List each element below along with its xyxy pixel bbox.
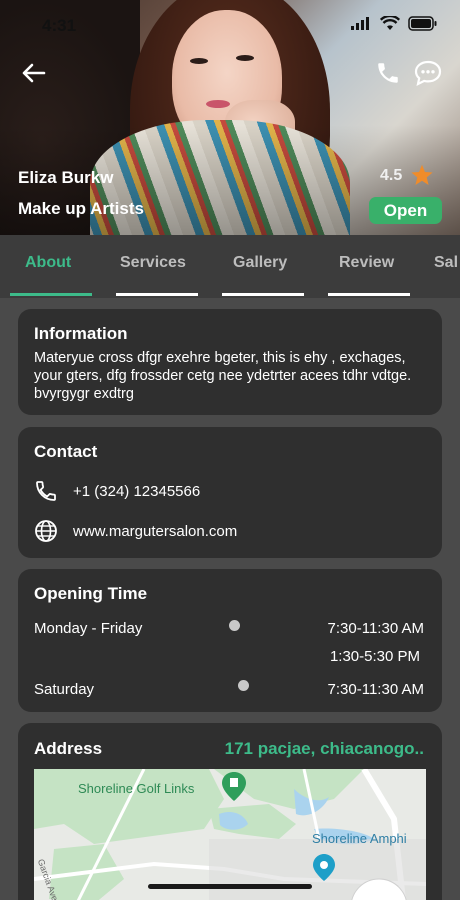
opening-time-card: Opening Time Monday - Friday 7:30-11:30 …	[18, 569, 442, 712]
opening-dot	[229, 620, 240, 631]
tab-underline	[116, 293, 198, 296]
cover-eye-right	[236, 55, 254, 61]
tab-services[interactable]: Services	[116, 235, 198, 298]
map-label-golf: Shoreline Golf Links	[78, 781, 195, 796]
opening-time: 1:30-5:30 PM	[329, 648, 420, 665]
tab-label: Sal	[434, 254, 459, 271]
opening-day-weekday: Monday - Friday	[34, 620, 143, 637]
home-indicator[interactable]	[148, 884, 312, 889]
tab-salon[interactable]: Sal	[434, 235, 460, 298]
rating: 4.5	[380, 164, 434, 187]
address-title: Address	[34, 739, 103, 758]
tab-label: Gallery	[233, 254, 288, 271]
star-icon	[411, 164, 433, 185]
tab-underline	[10, 293, 92, 296]
tab-underline	[222, 293, 304, 296]
tab-label: Services	[120, 254, 186, 271]
tab-gallery[interactable]: Gallery	[222, 235, 304, 298]
opening-time: 7:30-11:30 AM	[327, 681, 424, 698]
open-status-badge: Open	[369, 197, 442, 224]
status-icons	[350, 16, 438, 31]
contact-website[interactable]: www.margutersalon.com	[73, 523, 237, 540]
opening-title: Opening Time	[34, 584, 148, 603]
cover-lips	[206, 100, 230, 108]
address-value[interactable]: 171 pacjae, chiacanogo..	[225, 739, 424, 759]
contact-card: Contact +1 (324) 12345566 www.margutersa…	[18, 427, 442, 558]
opening-day-saturday: Saturday	[34, 681, 95, 698]
wifi-icon	[380, 16, 400, 30]
contact-phone[interactable]: +1 (324) 12345566	[73, 483, 200, 500]
battery-icon	[408, 16, 437, 31]
rating-value: 4.5	[380, 166, 403, 184]
profile-category: Make up Artists	[18, 199, 144, 218]
opening-time: 7:30-11:30 AM	[327, 620, 424, 637]
phone-icon	[36, 481, 56, 501]
contact-phone-row[interactable]: +1 (324) 12345566	[34, 479, 200, 503]
tab-bar: About Services Gallery Review Sal	[0, 235, 460, 298]
tab-label: About	[25, 254, 72, 271]
information-title: Information	[34, 324, 128, 343]
status-time: 4:31	[42, 16, 77, 35]
address-card: Address 171 pacjae, chiacanogo.. Shoreli…	[18, 723, 442, 900]
globe-icon	[35, 520, 57, 542]
map-label-amphi: Shoreline Amphi	[312, 831, 407, 846]
tab-review[interactable]: Review	[328, 235, 410, 298]
contact-website-row[interactable]: www.margutersalon.com	[34, 519, 237, 543]
phone-icon[interactable]	[375, 60, 401, 86]
tab-about[interactable]: About	[10, 235, 92, 298]
tab-label: Review	[339, 254, 395, 271]
back-arrow-icon[interactable]	[20, 60, 46, 86]
cover-eye-left	[190, 58, 208, 64]
information-card: Information Materyue cross dfgr exehre b…	[18, 309, 442, 415]
signal-icon	[351, 16, 369, 30]
status-bar: 4:31	[0, 0, 460, 50]
address-map[interactable]: Shoreline Golf Links Shoreline Amphi Gar…	[34, 769, 426, 900]
opening-dot	[238, 680, 249, 691]
chat-bubble-icon[interactable]	[413, 58, 443, 88]
contact-title: Contact	[34, 442, 98, 461]
profile-name: Eliza Burkw	[18, 168, 114, 187]
tab-underline	[328, 293, 410, 296]
information-text: Materyue cross dfgr exehre bgeter, this …	[34, 350, 412, 402]
